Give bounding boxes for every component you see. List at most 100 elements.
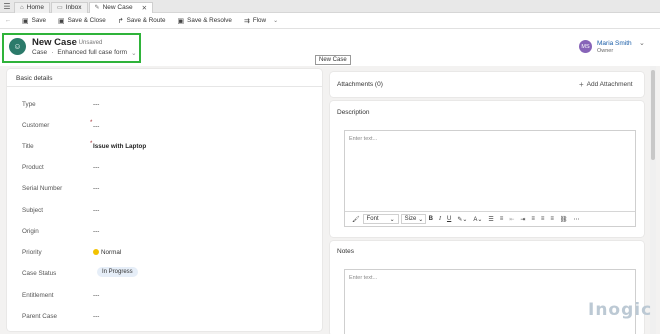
home-icon: ⌂ [20, 4, 24, 11]
field-label: Case Status [22, 270, 57, 277]
field-entitlement[interactable]: Entitlement --- [7, 286, 322, 304]
tab-new-case[interactable]: ✎ New Case ✕ [88, 1, 154, 13]
field-case-status[interactable]: Case Status In Progress [7, 264, 322, 282]
align-left-icon[interactable]: ≡ [528, 216, 538, 222]
notes-section: Notes Enter text... [330, 241, 644, 334]
field-label: Type [22, 101, 36, 108]
field-label: Serial Number [22, 185, 63, 192]
format-painter-icon[interactable]: 🖌 [349, 216, 363, 223]
chevron-down-icon: ⌄ [131, 50, 137, 57]
field-value[interactable]: --- [93, 164, 99, 171]
field-serial-number[interactable]: Serial Number --- [7, 179, 322, 197]
field-value[interactable]: Issue with Laptop [93, 143, 146, 150]
owner-label: Owner [597, 48, 614, 54]
field-type[interactable]: Type --- [7, 95, 322, 113]
flow-icon: ⇉ [243, 17, 250, 25]
notes-title: Notes [337, 248, 354, 255]
scrollbar-thumb[interactable] [651, 70, 655, 160]
field-label: Product [22, 164, 44, 171]
field-customer[interactable]: Customer * --- [7, 116, 322, 134]
size-select[interactable]: Size ⌄ [400, 214, 426, 224]
save-close-button[interactable]: ▣ Save & Close [52, 13, 112, 29]
font-select-label: Font [366, 216, 379, 222]
form-selector[interactable]: Case · Enhanced full case form ⌄ [32, 49, 137, 57]
field-label: Priority [22, 249, 42, 256]
owner-avatar[interactable]: MS [579, 40, 592, 53]
command-bar: ← ▣ Save ▣ Save & Close ↱ Save & Route ▣… [0, 13, 660, 29]
separator: · [51, 49, 54, 56]
underline-icon[interactable]: U [444, 216, 454, 222]
add-attachment-button[interactable]: + Add Attachment [579, 80, 633, 89]
align-center-icon[interactable]: ≡ [538, 216, 548, 222]
bullet-list-icon[interactable]: ☰ [485, 216, 496, 223]
field-value[interactable]: --- [93, 228, 99, 235]
field-value: Normal [101, 249, 122, 256]
bold-icon[interactable]: B [426, 216, 436, 222]
align-right-icon[interactable]: ≡ [547, 216, 557, 222]
save-button[interactable]: ▣ Save [16, 13, 52, 29]
tab-label: New Case [102, 4, 133, 11]
divider [7, 86, 322, 87]
link-icon[interactable]: ⛓ [557, 216, 571, 223]
field-subject[interactable]: Subject --- [7, 201, 322, 219]
owner-name[interactable]: Maria Smith [597, 40, 632, 47]
back-icon[interactable]: ← [0, 13, 16, 29]
save-route-label: Save & Route [126, 17, 166, 24]
flow-label: Flow [252, 17, 267, 24]
case-entity-icon: ☺ [9, 38, 26, 55]
section-title: Basic details [16, 75, 53, 82]
chevron-down-icon: ⌄ [273, 18, 279, 24]
status-badge[interactable]: In Progress [97, 267, 138, 277]
field-label: Customer [22, 122, 50, 129]
close-icon[interactable]: ✕ [142, 4, 147, 12]
field-value[interactable]: --- [93, 313, 99, 320]
save-close-label: Save & Close [67, 17, 106, 24]
font-select[interactable]: Font ⌄ [362, 214, 399, 224]
description-placeholder: Enter text... [349, 136, 378, 142]
font-color-icon[interactable]: A⌄ [470, 216, 485, 223]
description-editor[interactable]: Enter text... 🖌 Font ⌄ Size ⌄ B I U ✎⌄ A⌄ … [344, 130, 636, 227]
tooltip: New Case [315, 55, 351, 65]
plus-icon: + [579, 80, 584, 89]
field-origin[interactable]: Origin --- [7, 222, 322, 240]
chevron-down-icon: ⌄ [418, 216, 424, 223]
expand-header-chevron-icon[interactable]: ⌄ [639, 39, 645, 47]
highlight-color-icon[interactable]: ✎⌄ [454, 216, 470, 223]
hamburger-menu-icon[interactable]: ☰ [0, 0, 14, 13]
description-section: Description Enter text... 🖌 Font ⌄ Size ⌄ … [330, 101, 644, 237]
attachments-section: Attachments (0) + Add Attachment [330, 72, 644, 97]
field-value[interactable]: --- [93, 101, 99, 108]
size-select-label: Size [404, 216, 417, 222]
decrease-indent-icon[interactable]: ⇤ [506, 216, 517, 223]
priority-normal-icon [93, 249, 99, 256]
tab-home[interactable]: ⌂ Home [14, 1, 50, 13]
field-value[interactable]: --- [93, 207, 99, 214]
increase-indent-icon[interactable]: ⇥ [517, 216, 528, 223]
notes-placeholder: Enter text... [349, 275, 378, 281]
more-options-icon[interactable]: ⋯ [571, 216, 583, 223]
record-save-status: - Unsaved [75, 40, 103, 46]
field-value[interactable]: --- [93, 123, 99, 130]
field-label: Subject [22, 207, 44, 214]
tab-inbox[interactable]: ▭ Inbox [50, 1, 88, 13]
inbox-icon: ▭ [56, 5, 63, 11]
save-label: Save [31, 17, 46, 24]
field-value[interactable]: --- [93, 185, 99, 192]
priority-value[interactable]: Normal [93, 249, 121, 256]
field-value[interactable]: --- [93, 292, 99, 299]
field-product[interactable]: Product --- [7, 158, 322, 176]
field-title[interactable]: Title * Issue with Laptop [7, 137, 322, 155]
flow-button[interactable]: ⇉ Flow ⌄ [238, 13, 284, 29]
field-label: Origin [22, 228, 39, 235]
save-close-icon: ▣ [57, 17, 65, 25]
watermark-logo: Inogic [588, 300, 653, 320]
description-title: Description [337, 109, 370, 116]
add-attachment-label: Add Attachment [586, 81, 633, 88]
save-resolve-button[interactable]: ▣ Save & Resolve [172, 13, 238, 29]
required-marker: * [90, 141, 93, 147]
save-route-button[interactable]: ↱ Save & Route [112, 13, 172, 29]
field-parent-case[interactable]: Parent Case --- [7, 307, 322, 325]
italic-icon[interactable]: I [436, 216, 444, 222]
numbered-list-icon[interactable]: ≡ [497, 216, 507, 222]
field-priority[interactable]: Priority Normal [7, 243, 322, 261]
